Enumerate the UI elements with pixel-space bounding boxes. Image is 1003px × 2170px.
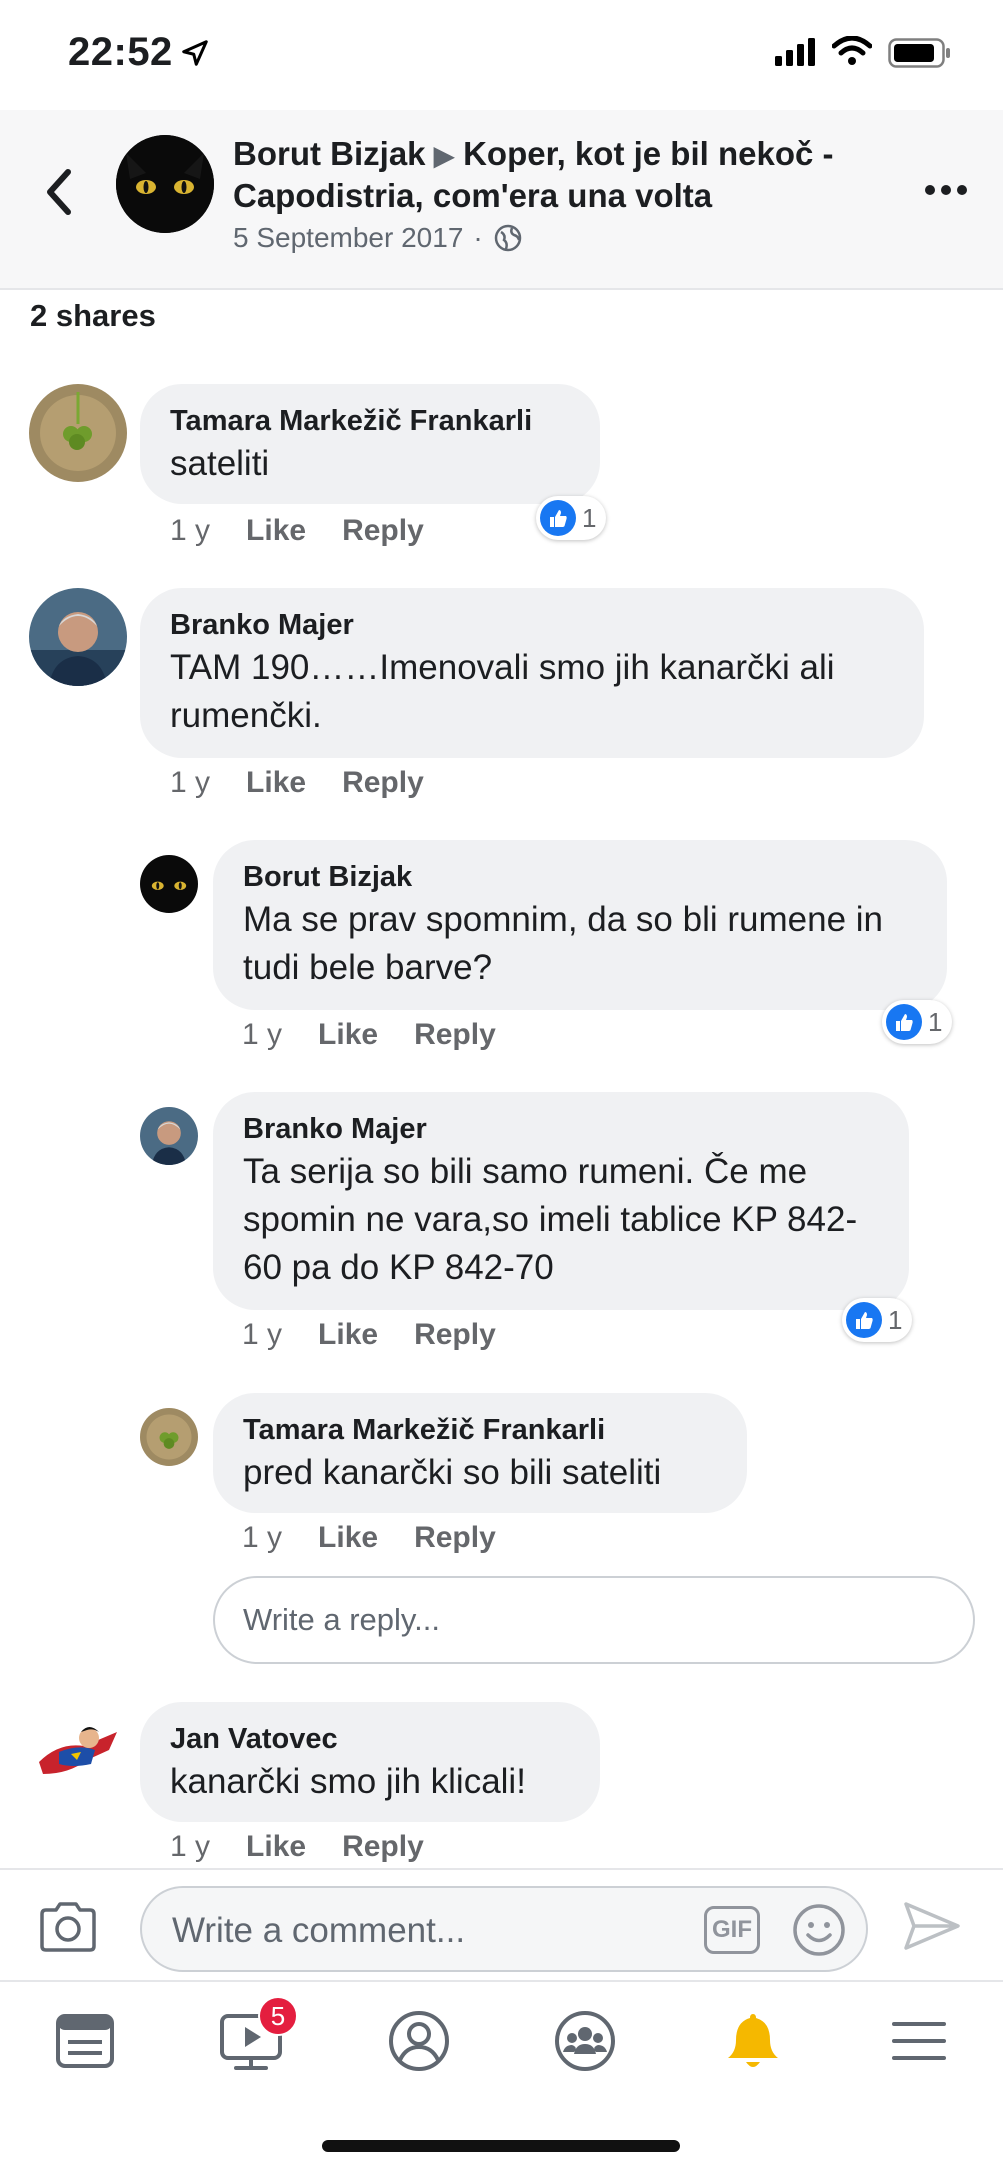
- like-button[interactable]: Like: [318, 1318, 378, 1352]
- comment-text: TAM 190……Imenovali smo jih kanarčki ali …: [170, 648, 835, 735]
- comment-age[interactable]: 1 y: [170, 514, 210, 548]
- comment-composer: Write a comment... GIF: [0, 1868, 1003, 1980]
- author-name[interactable]: Borut Bizjak: [233, 135, 426, 172]
- comment-age[interactable]: 1 y: [170, 766, 210, 800]
- black-cat-image: [116, 135, 214, 233]
- notifications-bell-icon[interactable]: [718, 2006, 788, 2076]
- reply-button[interactable]: Reply: [414, 1318, 496, 1352]
- comment-age[interactable]: 1 y: [242, 1318, 282, 1352]
- avatar[interactable]: [29, 1702, 127, 1800]
- back-arrow-icon[interactable]: [40, 162, 80, 222]
- comment-bubble: Jan Vatovec kanarčki smo jih klicali!: [140, 1702, 600, 1822]
- comment-actions: 1 y Like Reply: [242, 1318, 496, 1352]
- avatar[interactable]: [29, 588, 127, 686]
- commenter-name[interactable]: Tamara Markežič Frankarli: [243, 1411, 717, 1449]
- commenter-name[interactable]: Tamara Markežič Frankarli: [170, 402, 570, 440]
- wifi-icon: [832, 36, 872, 65]
- battery-icon: [888, 38, 950, 68]
- commenter-name[interactable]: Jan Vatovec: [170, 1720, 570, 1758]
- reply-placeholder: Write a reply...: [243, 1602, 440, 1637]
- like-button[interactable]: Like: [318, 1018, 378, 1052]
- profile-icon[interactable]: [384, 2006, 454, 2076]
- notification-badge: 5: [258, 1996, 298, 2036]
- comment-actions: 1 y Like Reply: [170, 766, 424, 800]
- profile-photo: [29, 1702, 127, 1800]
- comment-text: Ma se prav spomnim, da so bli rumene in …: [243, 900, 883, 987]
- avatar[interactable]: [140, 1107, 198, 1165]
- comment-placeholder: Write a comment...: [172, 1911, 466, 1950]
- reply-button[interactable]: Reply: [342, 514, 424, 548]
- commenter-name[interactable]: Branko Majer: [243, 1110, 879, 1148]
- reply-button[interactable]: Reply: [342, 1830, 424, 1864]
- news-feed-icon[interactable]: [50, 2006, 120, 2076]
- reply-input[interactable]: Write a reply...: [213, 1576, 975, 1664]
- avatar[interactable]: [140, 855, 198, 913]
- reply-bubble: Branko Majer Ta serija so bili samo rume…: [213, 1092, 909, 1310]
- reaction-count[interactable]: 1: [882, 1000, 953, 1044]
- comment-text: pred kanarčki so bili sateliti: [243, 1453, 662, 1492]
- like-button[interactable]: Like: [246, 766, 306, 800]
- meta-separator: ·: [473, 222, 483, 253]
- reply-button[interactable]: Reply: [414, 1018, 496, 1052]
- post-meta: 5 September 2017 ·: [233, 222, 523, 254]
- profile-photo: [140, 1107, 198, 1165]
- clock: 22:52: [68, 30, 173, 74]
- camera-icon[interactable]: [38, 1900, 98, 1954]
- reply-bubble: Tamara Markežič Frankarli pred kanarčki …: [213, 1393, 747, 1513]
- comment-age[interactable]: 1 y: [242, 1018, 282, 1052]
- comment-actions: 1 y Like Reply: [170, 1830, 424, 1864]
- post-date[interactable]: 5 September 2017: [233, 222, 463, 254]
- like-button[interactable]: Like: [318, 1521, 378, 1555]
- like-button[interactable]: Like: [246, 514, 306, 548]
- send-icon[interactable]: [902, 1900, 962, 1952]
- comment-text: sateliti: [170, 444, 270, 483]
- comment-text: Ta serija so bili samo rumeni. Če me spo…: [243, 1152, 858, 1287]
- shares-count[interactable]: 2 shares: [30, 298, 156, 334]
- author-avatar[interactable]: [116, 135, 214, 233]
- comment-text: kanarčki smo jih klicali!: [170, 1762, 526, 1801]
- home-indicator[interactable]: [322, 2140, 680, 2152]
- profile-photo: [29, 384, 127, 482]
- comment-bubble: Branko Majer TAM 190……Imenovali smo jih …: [140, 588, 924, 758]
- comment-age[interactable]: 1 y: [170, 1830, 210, 1864]
- post-header: Borut Bizjak ▶ Koper, kot je bil nekoč - C…: [0, 110, 1003, 290]
- commenter-name[interactable]: Borut Bizjak: [243, 858, 917, 896]
- reply-button[interactable]: Reply: [342, 766, 424, 800]
- post-title: Borut Bizjak ▶ Koper, kot je bil nekoč - C…: [233, 134, 883, 216]
- comment-actions: 1 y Like Reply: [170, 514, 424, 548]
- thumbs-up-icon: [540, 500, 576, 536]
- reaction-count[interactable]: 1: [536, 496, 607, 540]
- like-button[interactable]: Like: [246, 1830, 306, 1864]
- black-cat-image: [140, 855, 198, 913]
- profile-photo: [140, 1408, 198, 1466]
- comment-bubble: Tamara Markežič Frankarli sateliti: [140, 384, 600, 504]
- location-arrow-icon: [182, 40, 208, 66]
- thumbs-up-icon: [846, 1302, 882, 1338]
- avatar[interactable]: [29, 384, 127, 482]
- comment-actions: 1 y Like Reply: [242, 1521, 496, 1555]
- emoji-icon[interactable]: [791, 1902, 847, 1958]
- more-options-icon[interactable]: [924, 182, 968, 198]
- globe-icon: [494, 224, 521, 252]
- menu-icon[interactable]: [884, 2006, 954, 2076]
- reply-button[interactable]: Reply: [414, 1521, 496, 1555]
- reaction-count[interactable]: 1: [842, 1298, 913, 1342]
- reply-bubble: Borut Bizjak Ma se prav spomnim, da so b…: [213, 840, 947, 1010]
- gif-button[interactable]: GIF: [704, 1906, 760, 1954]
- comment-actions: 1 y Like Reply: [242, 1018, 496, 1052]
- play-arrow-icon: ▶: [433, 140, 456, 171]
- comment-input[interactable]: Write a comment... GIF: [140, 1886, 868, 1972]
- profile-photo: [29, 588, 127, 686]
- avatar[interactable]: [140, 1408, 198, 1466]
- groups-icon[interactable]: [550, 2006, 620, 2076]
- cellular-signal-icon: [775, 38, 815, 66]
- comment-age[interactable]: 1 y: [242, 1521, 282, 1555]
- status-bar: 22:52: [0, 0, 1003, 110]
- thumbs-up-icon: [886, 1004, 922, 1040]
- commenter-name[interactable]: Branko Majer: [170, 606, 894, 644]
